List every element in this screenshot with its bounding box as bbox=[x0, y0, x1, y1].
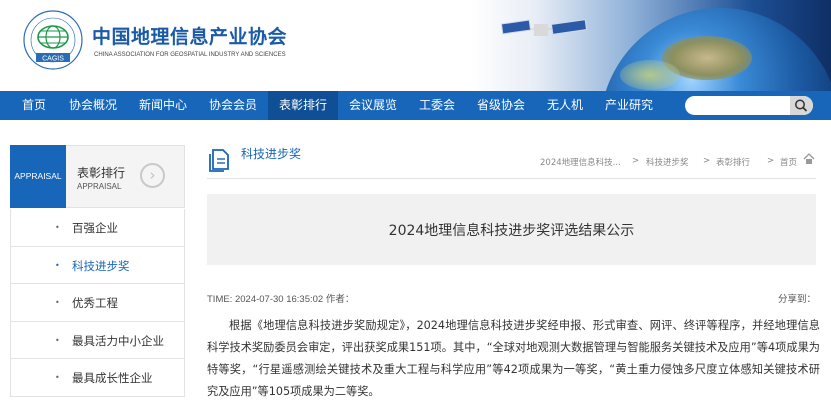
site-title: 中国地理信息产业协会 bbox=[92, 26, 288, 48]
nav-item-home[interactable]: 首页 bbox=[10, 91, 58, 120]
sidebar-item-top100[interactable]: • 百强企业 bbox=[10, 209, 185, 247]
nav-item-about[interactable]: 协会概况 bbox=[58, 91, 128, 120]
bullet-icon: • bbox=[55, 260, 60, 270]
breadcrumb-item[interactable]: 表彰排行 bbox=[716, 156, 750, 168]
sidebar-en-block: APPRAISAL bbox=[10, 145, 66, 208]
sidebar-item-tech-progress[interactable]: • 科技进步奖 bbox=[10, 246, 185, 284]
site-subtitle: CHINA ASSOCIATION FOR GEOSPATIAL INDUSTR… bbox=[94, 52, 286, 58]
sidebar-item-label: 优秀工程 bbox=[72, 296, 118, 310]
satellite-icon bbox=[500, 19, 588, 36]
sidebar-title-en: APPRAISAL bbox=[77, 182, 122, 191]
bullet-icon: • bbox=[55, 335, 60, 345]
sidebar-item-label: 最具成长性企业 bbox=[72, 371, 153, 385]
sidebar-item-growth[interactable]: • 最具成长性企业 bbox=[10, 359, 185, 397]
nav-item-news[interactable]: 新闻中心 bbox=[128, 91, 198, 120]
sidebar-list: • 百强企业 • 科技进步奖 • 优秀工程 • 最具活力中小企业 • 最具成长性… bbox=[10, 209, 185, 397]
article-title: 2024地理信息科技进步奖评选结果公示 bbox=[388, 223, 635, 239]
nav-item-members[interactable]: 协会会员 bbox=[198, 91, 268, 120]
sidebar-item-label: 百强企业 bbox=[72, 221, 118, 235]
sidebar-item-label: 最具活力中小企业 bbox=[72, 333, 164, 348]
sidebar-title: 表彰排行 bbox=[77, 166, 126, 180]
breadcrumb-item[interactable]: 科技进步奖 bbox=[646, 156, 689, 168]
sidebar-item-dynamic-sme[interactable]: • 最具活力中小企业 bbox=[10, 321, 185, 359]
search-icon bbox=[795, 99, 808, 112]
document-icon bbox=[209, 149, 229, 172]
breadcrumb-item[interactable]: 首页 bbox=[780, 156, 797, 168]
article-body: 根据《地理信息科技进步奖励规定》，2024地理信息科技进步奖经申报、形式审查、网… bbox=[207, 319, 820, 398]
nav-item-provincial[interactable]: 省级协会 bbox=[466, 91, 536, 120]
search-button[interactable] bbox=[790, 96, 813, 115]
chevron-right-icon[interactable]: › bbox=[140, 163, 165, 188]
breadcrumb-separator: > bbox=[703, 156, 711, 166]
breadcrumb-item[interactable]: 2024地理信息科技... bbox=[540, 156, 621, 168]
breadcrumb-separator: > bbox=[767, 156, 775, 166]
home-icon[interactable] bbox=[803, 153, 815, 164]
bullet-icon: • bbox=[55, 373, 60, 382]
divider bbox=[207, 178, 816, 179]
share-label[interactable]: 分享到： bbox=[778, 291, 816, 305]
svg-text:CAGIS: CAGIS bbox=[42, 56, 64, 63]
article-meta: TIME: 2024-07-30 16:35:02 作者： bbox=[207, 294, 355, 305]
earth-landmass bbox=[620, 60, 680, 90]
nav-item-research[interactable]: 产业研究 bbox=[594, 91, 664, 120]
bullet-icon: • bbox=[55, 223, 60, 232]
nav-item-committees[interactable]: 工委会 bbox=[408, 91, 466, 120]
bullet-icon: • bbox=[55, 298, 60, 307]
cagis-logo: CAGIS bbox=[23, 10, 83, 70]
nav-item-appraisal[interactable]: 表彰排行 bbox=[268, 91, 338, 120]
section-title: 科技进步奖 bbox=[241, 147, 302, 161]
sidebar-item-excellent-projects[interactable]: • 优秀工程 bbox=[10, 284, 185, 322]
sidebar-item-label: 科技进步奖 bbox=[72, 258, 130, 273]
nav-item-conferences[interactable]: 会议展览 bbox=[338, 91, 408, 120]
breadcrumb-separator: > bbox=[632, 156, 640, 166]
site-header: CAGIS 中国地理信息产业协会 CHINA ASSOCIATION FOR G… bbox=[0, 0, 831, 91]
nav-item-drones[interactable]: 无人机 bbox=[536, 91, 594, 120]
